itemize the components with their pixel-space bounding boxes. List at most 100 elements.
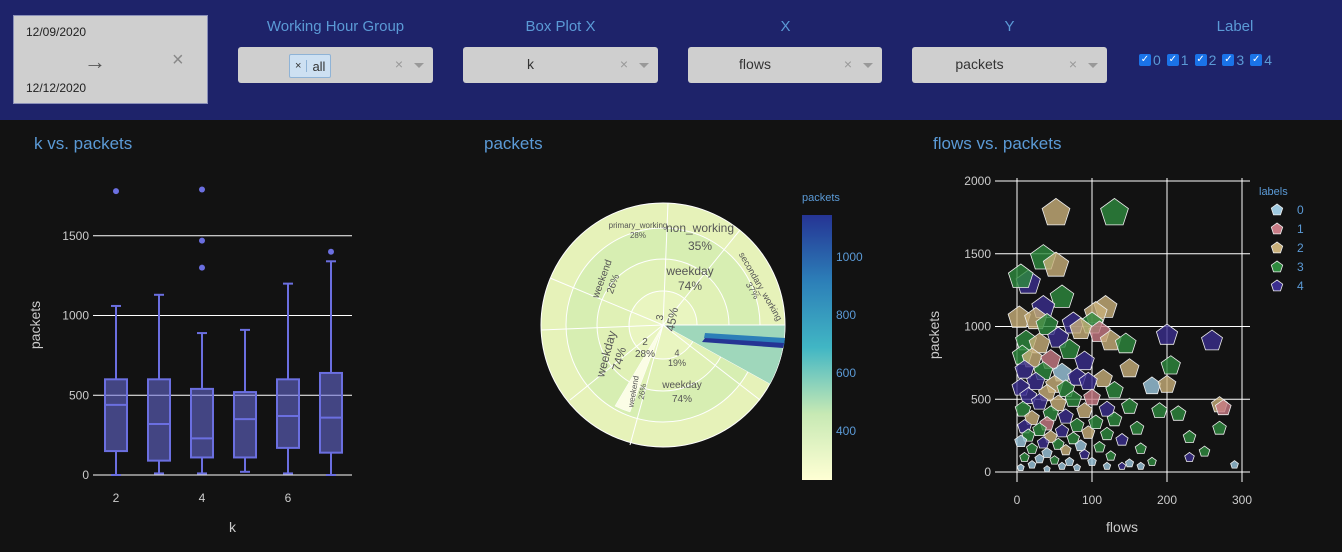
scatter-point [1212,420,1227,435]
legend-swatch [1270,241,1284,254]
k2-pct: 28% [635,349,655,360]
checkmark-icon[interactable]: ✓ [1166,54,1179,66]
legend-swatch [1270,222,1284,235]
box-iqr [190,387,214,459]
box-chart-title: k vs. packets [34,134,133,153]
scatter-point [1105,450,1117,461]
non-working-label: non_working [666,221,734,235]
scatter-point [1155,323,1179,345]
box-plot-x-dropdown[interactable]: k × [463,47,658,83]
scatter-point [1026,442,1038,454]
box-iqr [319,371,343,454]
scatter-point [1087,456,1097,466]
end-date-input[interactable]: 12/12/2020 [26,81,86,95]
scatter-point [1041,447,1053,458]
x-value: flows [739,56,771,72]
chevron-down-icon[interactable] [863,63,873,68]
colorbar-gradient [802,215,832,480]
box-plot[interactable]: 0 500 1000 1500 2 4 6 k packets [0,160,420,552]
box-k4 [190,186,214,475]
weekday3-label: weekday [665,264,713,278]
y-axis-label: packets [926,311,942,359]
scatter-point [1016,463,1025,472]
weekday3-pct: 74% [678,279,702,293]
scatter-point [1121,397,1138,414]
scatter-point [1117,461,1127,470]
scatter-point [1088,414,1104,430]
chip-remove-icon[interactable]: × [290,60,308,72]
x-dropdown[interactable]: flows × [688,47,882,83]
scatter-point [1041,197,1071,226]
scatter-point [1049,455,1060,465]
sunburst-chart[interactable]: 3 45% 2 28% 4 19% weekday 74% weekend 26… [440,160,890,552]
legend-label: 0 [1297,203,1304,217]
y-tick-label: 1000 [62,309,89,323]
k4-label: 4 [674,348,679,358]
y-tick-label: 0 [82,468,89,482]
y-tick-label: 500 [971,392,991,406]
chevron-down-icon[interactable] [639,63,649,68]
arrow-right-icon: → [84,49,106,74]
clear-dates-icon[interactable]: × [172,49,184,72]
primary-working-pct: 28% [630,231,646,240]
legend-swatch [1270,260,1284,273]
selected-chip[interactable]: × all [289,54,332,78]
clear-icon[interactable]: × [395,56,403,72]
label-checkbox-1[interactable]: ✓ 1 [1166,52,1189,68]
scatter-point [1151,402,1168,418]
scatter-point [1043,465,1051,473]
colorbar-tick: 800 [836,308,856,322]
control-bar: 12/09/2020 → × 12/12/2020 Working Hour G… [0,0,1342,120]
x-tick-label: 100 [1082,493,1102,507]
y-tick-label: 1500 [964,247,991,261]
scatter-point [1119,358,1140,378]
scatter-point [1083,388,1101,406]
scatter-point [1069,417,1085,432]
legend-label: 4 [1297,279,1304,293]
colorbar-title: packets [802,192,840,204]
label-checkbox-2[interactable]: ✓ 2 [1194,52,1216,68]
chevron-down-icon[interactable] [414,63,424,68]
scatter-plot[interactable]: 0 500 1000 1500 2000 0 100 200 300 flows packets la… [890,160,1342,552]
box-plot-x-title: Box Plot X [525,18,596,35]
label-checkbox-3[interactable]: ✓ 3 [1222,52,1244,68]
clear-icon[interactable]: × [1069,56,1077,72]
scatter-point [1182,429,1197,443]
legend-label: 1 [1297,222,1304,236]
y-tick-label: 1000 [964,320,991,334]
y-dropdown[interactable]: packets × [912,47,1107,83]
scatter-point [1142,376,1162,395]
scatter-point [1100,426,1114,441]
sunburst-chart-title: packets [484,134,543,153]
x-title: X [780,18,791,35]
scatter-point [1129,420,1145,435]
x-axis-label: flows [1106,519,1138,535]
scatter-point [1027,460,1037,469]
colorbar-tick: 600 [836,366,856,380]
chip-label: all [312,58,326,74]
chevron-down-icon[interactable] [1088,63,1098,68]
checkmark-icon[interactable]: ✓ [1194,54,1207,66]
label-checkbox-4[interactable]: ✓ 4 [1250,52,1272,68]
scatter-point [1160,355,1181,375]
colorbar-tick: 400 [836,424,856,438]
y-tick-label: 1500 [62,229,89,243]
scatter-point [1147,456,1157,466]
scatter-point [1184,451,1195,462]
checkmark-icon[interactable]: ✓ [1222,54,1235,66]
label-checkbox-0[interactable]: ✓ 0 [1139,52,1161,68]
y-tick-label: 0 [984,465,991,479]
box-k6 [276,282,300,475]
checkmark-icon[interactable]: ✓ [1139,54,1151,66]
start-date-input[interactable]: 12/09/2020 [26,25,86,39]
scatter-point [1100,197,1129,226]
legend-label: 3 [1297,260,1304,274]
scatter-point [1057,461,1067,470]
clear-icon[interactable]: × [844,56,852,72]
working-hour-group-dropdown[interactable]: × all × [238,47,433,83]
clear-icon[interactable]: × [620,56,628,72]
y-tick-label: 2000 [964,174,991,188]
date-range-picker[interactable]: 12/09/2020 → × 12/12/2020 [13,15,208,104]
checkmark-icon[interactable]: ✓ [1250,54,1263,66]
scatter-point [1115,433,1129,446]
